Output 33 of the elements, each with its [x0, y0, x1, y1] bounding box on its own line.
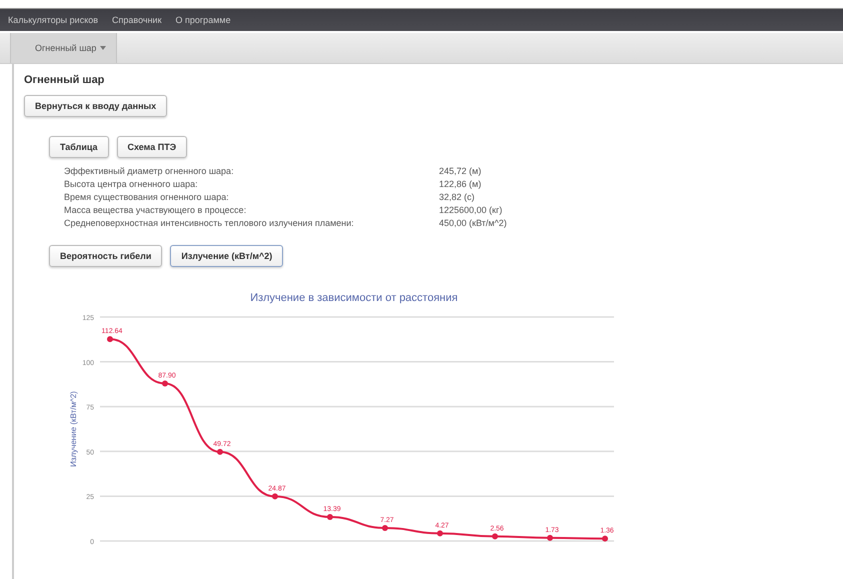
chart-title: Излучение в зависимости от расстояния: [250, 292, 458, 304]
result-value: 1225600,00 (кг): [439, 205, 504, 215]
y-axis-label: Излучение (кВт/м^2): [69, 391, 78, 467]
result-label: Высота центра огненного шара:: [64, 179, 199, 189]
data-point: [437, 530, 443, 536]
result-value: 32,82 (с): [439, 192, 476, 202]
chart-tab[interactable]: Вероятность гибели: [49, 245, 162, 267]
result-label: Эффективный диаметр огненного шара:: [64, 166, 235, 176]
view-button[interactable]: Таблица: [49, 136, 109, 158]
data-point: [327, 514, 333, 520]
result-label: Время существования огненного шара:: [64, 192, 230, 202]
data-point: [162, 380, 168, 386]
result-label: Среднеповерхностная интенсивность теплового излучения пламени:: [64, 218, 355, 228]
page-heading: Огненный шар: [24, 74, 106, 86]
data-point: [217, 448, 223, 455]
data-point: [107, 336, 113, 342]
menu-item[interactable]: Справочник: [112, 15, 162, 25]
tab[interactable]: Огненный шар: [10, 33, 118, 63]
data-point: [602, 536, 608, 542]
back-button[interactable]: Вернуться к вводу данных: [24, 95, 168, 117]
chart-tab[interactable]: Излучение (кВт/м^2): [170, 245, 284, 267]
result-label: Масса вещества участвующего в процессе:: [64, 205, 248, 215]
data-point: [382, 524, 388, 531]
data-point: [547, 534, 553, 541]
menu-item[interactable]: Калькуляторы рисков: [8, 15, 98, 25]
result-value: 450,00 (кВт/м^2): [439, 218, 508, 228]
result-value: 245,72 (м): [439, 166, 482, 176]
data-point: [492, 533, 498, 540]
view-button[interactable]: Схема ПТЭ: [116, 136, 188, 158]
data-point: [272, 493, 278, 500]
result-value: 122,86 (м): [439, 179, 482, 189]
caret-icon: [100, 46, 106, 50]
menu-item[interactable]: О программе: [176, 15, 231, 25]
